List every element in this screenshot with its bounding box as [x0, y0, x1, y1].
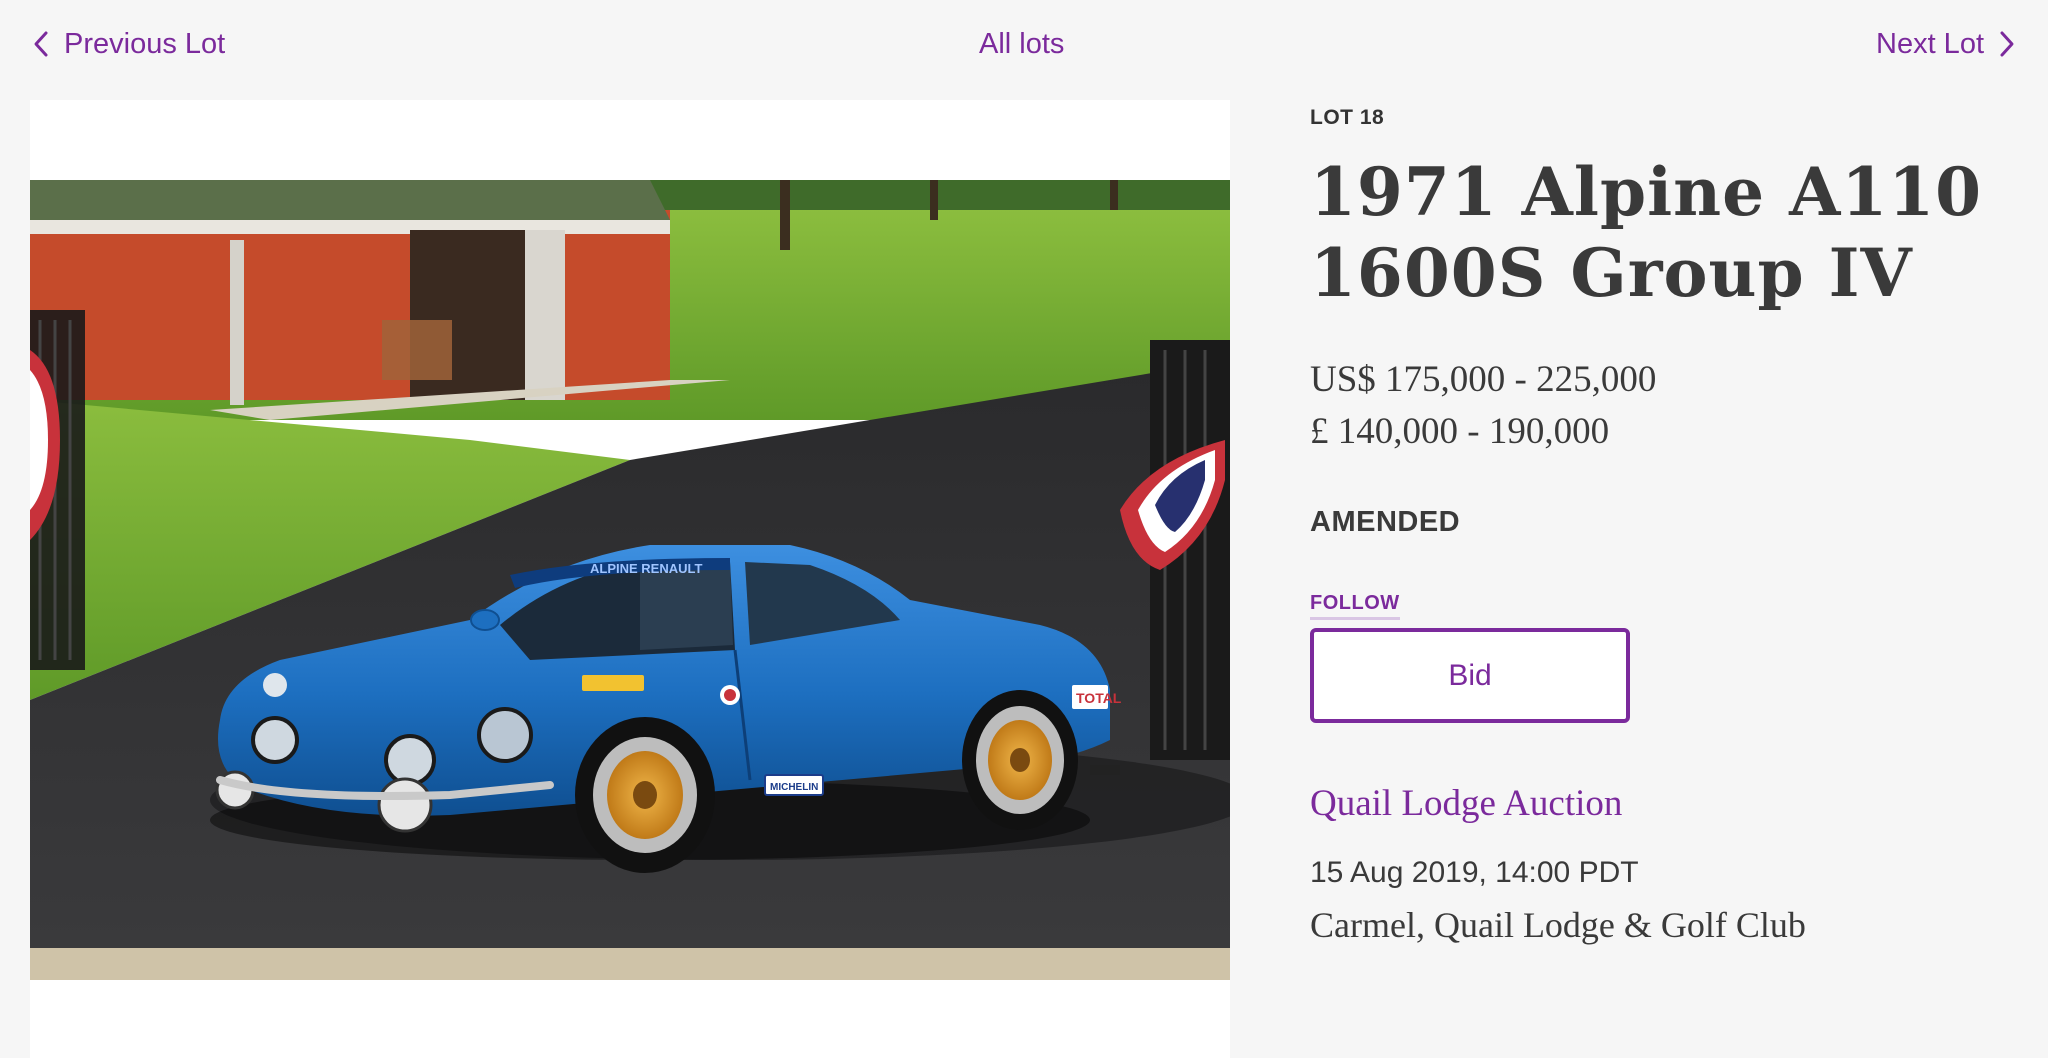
car-photo-illustration: TOTAL MICHELIN ALPINE RENAULT	[30, 180, 1230, 980]
lot-title: 1971 Alpine A110 1600S Group IV	[1310, 152, 2010, 314]
follow-link[interactable]: FOLLOW	[1310, 592, 1400, 620]
michelin-decal: MICHELIN	[770, 782, 818, 793]
top-navigation: Previous Lot All lots Next Lot	[0, 0, 2048, 88]
auction-date: 15 Aug 2019, 14:00 PDT	[1310, 856, 1639, 889]
lot-photo[interactable]: TOTAL MICHELIN ALPINE RENAULT	[30, 180, 1230, 980]
previous-lot-label: Previous Lot	[64, 27, 226, 60]
lot-number: LOT 18	[1310, 106, 1385, 129]
lot-title-line-1: 1971 Alpine A110	[1310, 153, 1983, 231]
alpine-renault-decal: ALPINE RENAULT	[590, 561, 702, 576]
previous-lot-link[interactable]: Previous Lot	[30, 22, 225, 66]
total-decal: TOTAL	[1076, 690, 1122, 706]
all-lots-link[interactable]: All lots	[979, 22, 1064, 66]
auction-venue: Carmel, Quail Lodge & Golf Club	[1310, 905, 1806, 945]
chevron-left-icon	[30, 29, 52, 59]
all-lots-label: All lots	[979, 27, 1065, 60]
estimate-gbp: £ 140,000 - 190,000	[1310, 411, 1610, 452]
next-lot-label: Next Lot	[1876, 27, 1984, 60]
lot-status-badge: AMENDED	[1310, 506, 1461, 538]
lot-image-panel: TOTAL MICHELIN ALPINE RENAULT	[30, 100, 1230, 1058]
bid-button[interactable]: Bid	[1310, 628, 1630, 723]
chevron-right-icon	[1996, 29, 2018, 59]
next-lot-link[interactable]: Next Lot	[1876, 22, 2018, 66]
auction-name-link[interactable]: Quail Lodge Auction	[1310, 782, 1622, 825]
lot-title-line-2: 1600S Group IV	[1310, 234, 1913, 312]
estimate-usd: US$ 175,000 - 225,000	[1310, 359, 1657, 400]
